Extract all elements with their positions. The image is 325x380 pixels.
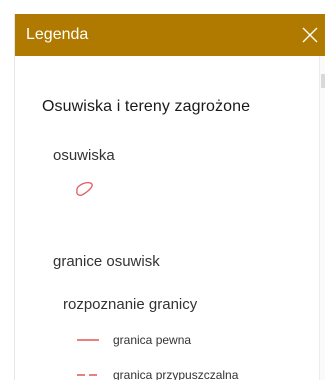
- legend-title: Legenda: [26, 26, 89, 43]
- group-label-osuwiska: osuwiska: [53, 147, 115, 164]
- legend-item-granica-pewna: granica pewna: [77, 332, 191, 348]
- polygon-outline-icon: [76, 181, 93, 196]
- scrollbar-thumb[interactable]: [321, 74, 325, 88]
- scrollbar-track[interactable]: [319, 56, 325, 380]
- legend-item-label: granica pewna: [113, 333, 192, 347]
- close-icon: [302, 27, 318, 43]
- close-button[interactable]: [298, 23, 322, 47]
- layer-title: Osuwiska i tereny zagrożone: [42, 98, 251, 115]
- legend-item-label: granica przypuszczalna: [113, 368, 239, 380]
- legend-header: Legenda: [15, 14, 325, 56]
- solid-line-icon: [77, 339, 99, 341]
- dashed-line-icon: [77, 374, 99, 376]
- group-label-granice: granice osuwisk: [53, 253, 160, 270]
- legend-item-granica-przypuszczalna: granica przypuszczalna: [77, 367, 238, 380]
- legend-panel: Legenda Osuwiska i tereny zagrożone osuw…: [14, 14, 325, 380]
- group-sublabel: rozpoznanie granicy: [63, 296, 198, 313]
